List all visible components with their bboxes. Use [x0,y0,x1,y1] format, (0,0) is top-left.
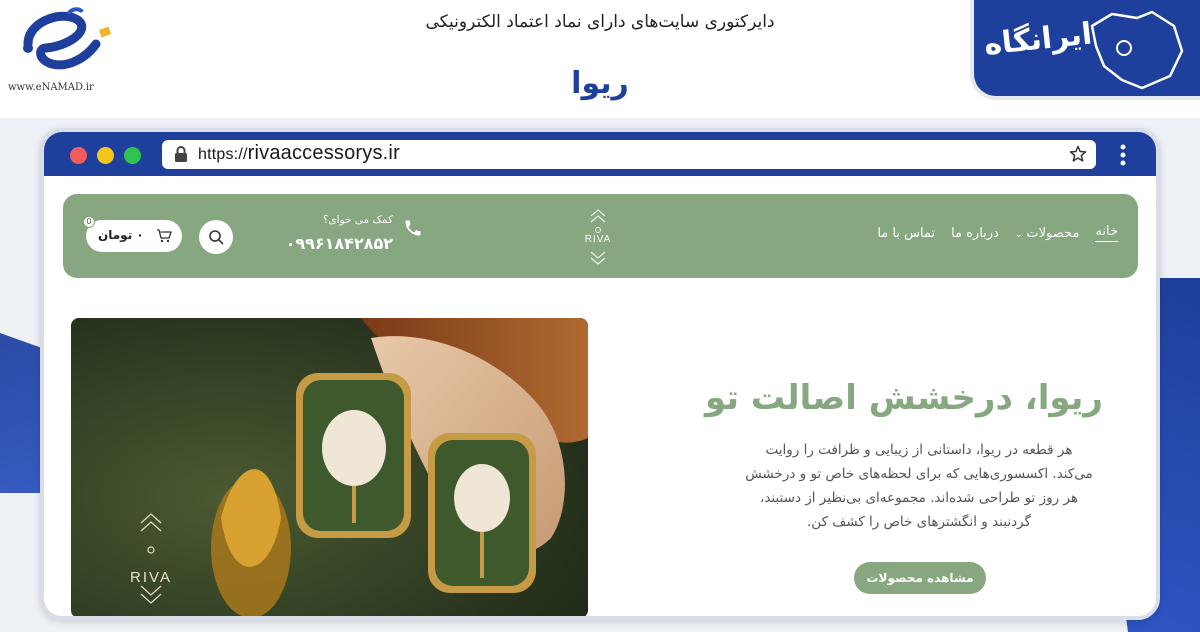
nav-about[interactable]: درباره ما [951,226,999,241]
page-title: دایرکتوری سایت‌های دارای نماد اعتماد الک… [425,12,775,32]
lock-icon [175,146,187,162]
browser-toolbar: https://rivaaccessorys.ir [44,132,1156,176]
enamad-caption: www.eNAMAD.ir [8,82,94,93]
main-navigation: خانه محصولات⌄ درباره ما تماس با ما [877,224,1118,242]
site-logo-text: RIVA [584,234,612,245]
cart-count-badge: 0 [83,216,95,228]
window-close-icon[interactable] [70,147,87,164]
cart-button[interactable]: ۰ تومان [86,220,182,252]
url-text[interactable]: https://rivaaccessorys.ir [198,142,400,165]
phone-icon [405,220,421,236]
hero-title: ریوا، درخشش اصالت تو [704,378,1104,418]
cart-icon [157,229,172,243]
iranegah-logo[interactable]: ایرانگاه [970,0,1200,100]
search-button[interactable] [199,220,233,254]
window-maximize-icon[interactable] [124,147,141,164]
browser-menu-icon[interactable] [1120,144,1126,166]
hero-image-logo-text: RIVA [130,569,172,586]
window-minimize-icon[interactable] [97,147,114,164]
bookmark-star-icon[interactable] [1068,144,1088,164]
nav-home[interactable]: خانه [1095,224,1118,242]
search-icon [209,230,224,245]
nav-products[interactable]: محصولات⌄ [1015,226,1080,241]
phone-number[interactable]: ۰۹۹۶۱۸۴۲۸۵۲ [263,234,393,253]
hero-description: هر قطعه در ریوا، داستانی از زیبایی و ظرا… [745,442,1093,530]
view-products-button[interactable]: مشاهده محصولات [854,562,986,594]
iran-map-icon [1090,10,1184,90]
chevron-down-icon: ⌄ [1014,229,1023,240]
url-domain: rivaaccessorys.ir [247,142,400,164]
cart-total: ۰ تومان [98,228,144,242]
site-header: خانه محصولات⌄ درباره ما تماس با ما RIVA … [63,194,1138,278]
iranegah-logo-text: ایرانگاه [982,16,1094,63]
url-prefix: https:// [198,146,248,163]
site-logo[interactable]: RIVA [573,202,623,270]
nav-contact[interactable]: تماس با ما [877,226,935,241]
nav-products-label: محصولات [1026,225,1080,241]
hero-image: RIVA [71,318,588,616]
help-label: کمک می خوای؟ [322,214,393,226]
site-name: ریوا [571,66,629,101]
address-bar[interactable]: https://rivaaccessorys.ir [162,140,1096,169]
browser-window: https://rivaaccessorys.ir خانه محصولات⌄ … [40,128,1160,620]
earrings-photo: RIVA [71,318,588,616]
